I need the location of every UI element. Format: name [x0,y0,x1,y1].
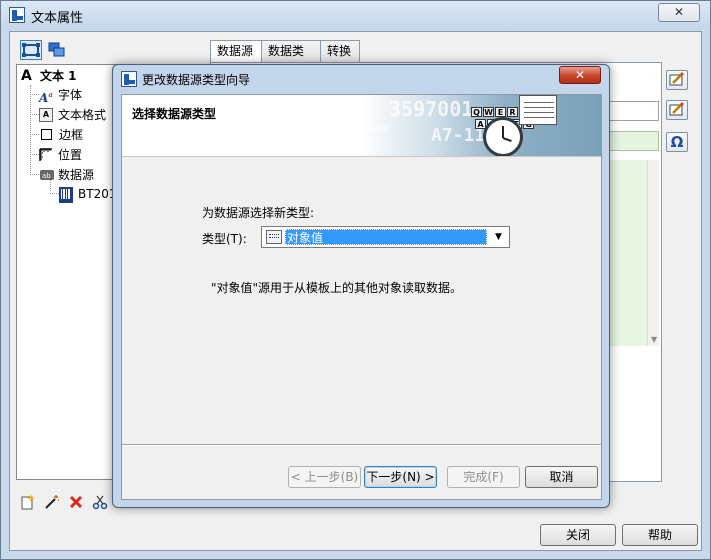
tree-view-button[interactable] [20,40,42,60]
tree-item-text-format[interactable]: A 文本格式 [39,106,106,124]
tree-item-position[interactable]: 位置 [39,146,82,164]
tree-item-label: 位置 [58,148,83,162]
text-object-icon: A [21,67,32,84]
datasource-icon: ab [39,168,54,182]
tree-root-label: 文本 1 [40,69,77,83]
edit-icon [667,102,687,122]
tree-item-label: 数据源 [58,168,95,182]
tree-item-datasource[interactable]: ab 数据源 [39,166,94,184]
outer-window-title: 文本属性 [31,11,84,26]
edit-icon [667,72,687,92]
finish-button[interactable]: 完成(F) [447,466,520,488]
banner-small: 5000 [367,125,389,135]
button-separator [122,444,601,446]
type-prompt: 为数据源选择新类型: [202,206,315,220]
app-icon [121,71,137,87]
wizard-header-title: 选择数据源类型 [132,107,217,121]
border-icon [41,129,52,140]
tab-datatype[interactable]: 数据类型 [261,40,321,78]
source-value-area[interactable]: ▼ [609,160,659,346]
tree-item-label: 字体 [58,88,83,102]
wizard-close-button[interactable]: ✕ [559,66,601,84]
tree-item-label: BT201 [78,187,117,201]
type-combobox[interactable]: 对象值 ▼ [261,226,510,248]
position-icon [39,147,53,162]
new-icon[interactable] [20,494,36,510]
tree-view-icon [21,43,41,62]
tree-toolbar [16,38,202,62]
tab-transform[interactable]: 转换 [320,40,360,62]
ledger-icon [519,95,557,125]
barcode-icon [59,186,73,203]
tree-item-label: 文本格式 [58,108,107,122]
tab-datasource[interactable]: 数据源 [210,40,262,63]
next-button[interactable]: 下一步(N) > [364,466,437,488]
layers-icon [47,42,67,62]
type-label: 类型(T): [202,232,247,246]
tree-item-text1[interactable]: A 文本 1 [21,67,77,85]
edit-value-button[interactable] [666,100,688,120]
type-description: "对象值"源用于从模板上的其他对象读取数据。 [211,281,463,295]
font-icon: Aa [39,89,53,105]
text-format-icon: A [39,107,53,122]
dropdown-arrow-icon[interactable]: ▼ [490,229,507,245]
close-button[interactable]: 关闭 [540,524,616,546]
clock-icon [483,117,523,156]
wizard-banner-image: 3597001 A7-118 5000 Q W E R T A S D F G [361,95,601,156]
tree-item-border[interactable]: 边框 [39,126,83,144]
scissors-icon[interactable] [92,494,108,510]
delete-icon[interactable] [68,494,84,510]
wizard-title-bar[interactable]: 更改数据源类型向导 ✕ [113,65,609,93]
back-button[interactable]: < 上一步(B) [288,466,361,488]
keyboard-key: Q [471,107,482,117]
cancel-button[interactable]: 取消 [525,466,598,488]
app-icon [9,7,25,23]
wizard-header: 选择数据源类型 3597001 A7-118 5000 Q W E R T A … [122,95,601,157]
source-value-field[interactable] [609,131,659,151]
tree-item-bt201[interactable]: BT201 [59,185,116,203]
source-scrollbar[interactable]: ▼ [647,160,659,346]
wand-icon[interactable] [44,494,60,510]
tree-item-font[interactable]: Aa 字体 [39,86,83,105]
object-value-icon [266,230,282,244]
edit-name-button[interactable] [666,70,688,90]
source-name-field[interactable] [609,101,659,121]
outer-title-bar[interactable]: 文本属性 ✕ [1,1,710,30]
tree-item-label: 边框 [59,128,84,142]
outer-close-button[interactable]: ✕ [658,3,700,22]
keyboard-key: E [495,107,506,117]
svg-text:ab: ab [42,172,51,180]
keyboard-key: W [483,107,494,117]
banner-number: 3597001 [389,97,474,121]
wizard-title: 更改数据源类型向导 [142,73,251,87]
change-datasource-type-wizard: 更改数据源类型向导 ✕ 选择数据源类型 3597001 A7-118 5000 … [112,64,610,508]
layers-button[interactable] [46,40,68,60]
wizard-body: 为数据源选择新类型: 类型(T): 对象值 ▼ "对象值"源用于从模板上的其他对… [122,158,601,458]
wizard-client-area: 选择数据源类型 3597001 A7-118 5000 Q W E R T A … [121,94,602,500]
type-selected-value: 对象值 [285,229,487,245]
help-button[interactable]: 帮助 [622,524,698,546]
keyboard-key: R [507,107,518,117]
omega-icon[interactable]: Ω [666,132,688,152]
